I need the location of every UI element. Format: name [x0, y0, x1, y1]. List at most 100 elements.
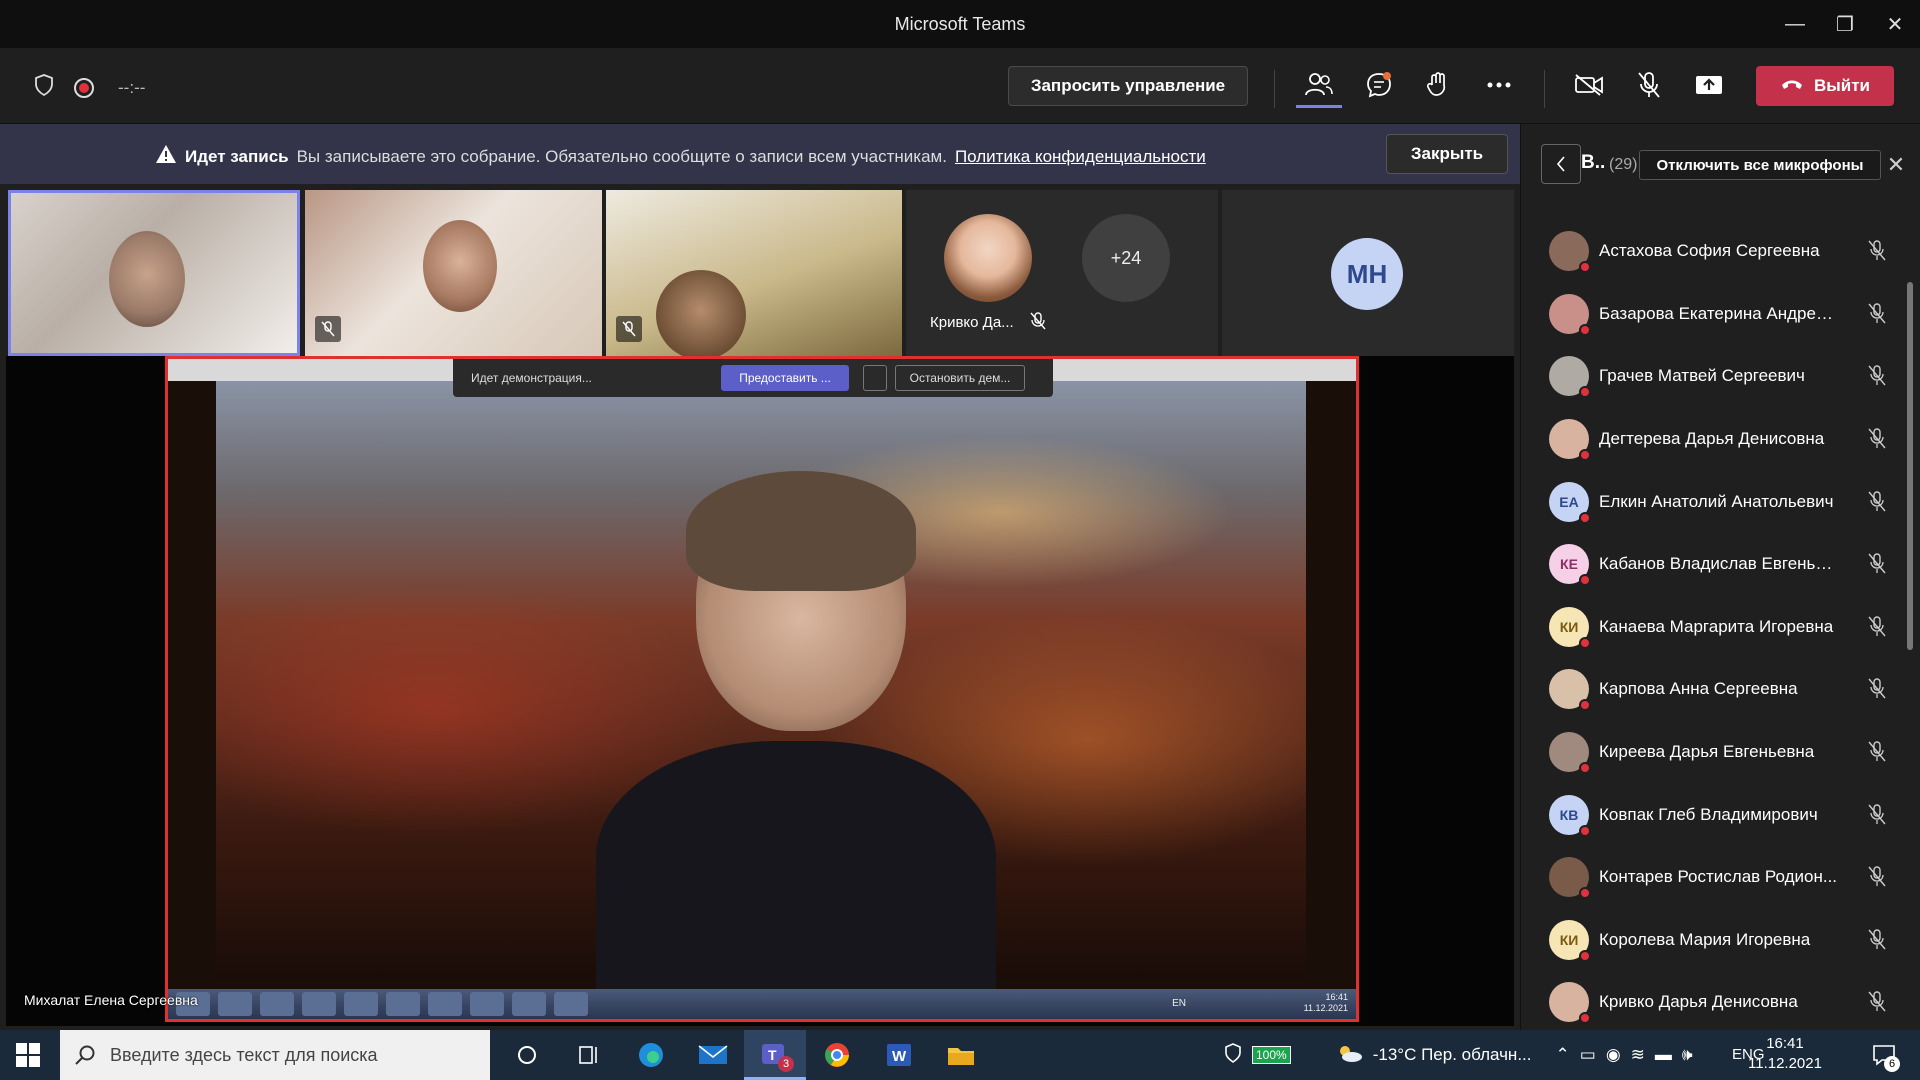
window-controls: — ❐ ✕ — [1770, 0, 1920, 48]
edge-icon[interactable] — [620, 1030, 682, 1080]
recording-title: Идет запись — [185, 146, 289, 166]
chevron-up-icon[interactable]: ⌃ — [1556, 1045, 1570, 1065]
give-control-button[interactable]: Предоставить ... — [721, 365, 849, 391]
mic-off-icon[interactable] — [1626, 62, 1672, 108]
participant-name: Ковпак Глеб Владимирович — [1599, 804, 1818, 824]
request-control-button[interactable]: Запросить управление — [1008, 66, 1248, 106]
defender-icon[interactable] — [1224, 1042, 1242, 1068]
participant-row[interactable]: Грачев Матвей Сергеевич — [1521, 345, 1920, 408]
battery-icon[interactable]: ▬ — [1655, 1045, 1672, 1065]
participant-row[interactable]: КИ Королева Мария Игоревна — [1521, 909, 1920, 972]
video-tile[interactable] — [305, 190, 602, 356]
presence-status-icon — [1579, 261, 1591, 274]
presence-status-icon — [1579, 386, 1591, 399]
presence-status-icon — [1579, 511, 1591, 524]
close-panel-icon[interactable]: ✕ — [1881, 150, 1911, 180]
mic-off-icon — [1865, 928, 1889, 952]
chrome-icon[interactable] — [806, 1030, 868, 1080]
avatar: КИ — [1549, 919, 1591, 962]
participant-row[interactable]: Дегтерева Дарья Денисовна — [1521, 408, 1920, 471]
back-button[interactable] — [1541, 144, 1581, 184]
chat-icon[interactable] — [1356, 62, 1402, 108]
wifi-icon[interactable]: ≋ — [1631, 1045, 1645, 1065]
mic-off-icon — [1030, 312, 1046, 335]
restore-button[interactable]: ❐ — [1820, 0, 1870, 48]
recording-notice: Идет запись Вы записываете это собрание.… — [155, 144, 1206, 169]
task-view-icon[interactable] — [558, 1030, 620, 1080]
mute-all-button[interactable]: Отключить все микрофоны — [1639, 150, 1881, 180]
taskbar-search[interactable]: Введите здесь текст для поиска — [60, 1030, 490, 1080]
recording-text: Вы записываете это собрание. Обязательно… — [296, 146, 947, 166]
windows-start-icon[interactable] — [16, 1043, 40, 1067]
participant-row[interactable]: КВ Ковпак Глеб Владимирович — [1521, 783, 1920, 846]
minimize-button[interactable]: — — [1770, 0, 1820, 48]
battery-indicator[interactable]: 100% — [1252, 1046, 1291, 1064]
shared-app-icon — [218, 992, 252, 1016]
presence-status-icon — [1579, 449, 1591, 462]
raise-hand-icon[interactable] — [1416, 62, 1462, 108]
shared-app-icon — [344, 992, 378, 1016]
sharing-window-icon[interactable] — [863, 365, 887, 391]
participant-row[interactable]: Базарова Екатерина Андрее... — [1521, 283, 1920, 346]
clock-date: 11.12.2021 — [1748, 1055, 1822, 1072]
mic-off-icon — [1865, 552, 1889, 576]
notification-count: 6 — [1884, 1056, 1900, 1072]
screen-share: Идет демонстрация... Предоставить ... Ос… — [6, 356, 1514, 1026]
word-icon[interactable]: W — [868, 1030, 930, 1080]
speaker-icon[interactable]: 🕪 — [1682, 1045, 1693, 1065]
presence-status-icon — [1579, 699, 1591, 712]
participant-row[interactable]: Контарев Ростислав Родион... — [1521, 846, 1920, 909]
cortana-icon[interactable] — [496, 1030, 558, 1080]
file-explorer-icon[interactable] — [930, 1030, 992, 1080]
camera-off-icon[interactable] — [1566, 62, 1612, 108]
windows-taskbar: Введите здесь текст для поиска T 3 W 100… — [0, 1030, 1920, 1080]
mic-off-icon — [1865, 490, 1889, 514]
video-tile[interactable] — [606, 190, 902, 356]
avatar: МН — [1331, 238, 1403, 310]
weather-text[interactable]: -13°C Пер. облачн... — [1373, 1045, 1532, 1065]
participant-row[interactable]: Астахова София Сергеевна — [1521, 220, 1920, 283]
shared-taskbar: EN 16:41 11.12.2021 — [168, 989, 1356, 1019]
participant-name: Контарев Ростислав Родион... — [1599, 867, 1838, 887]
participant-row[interactable]: ЕА Елкин Анатолий Анатольевич — [1521, 470, 1920, 533]
participant-name: Грачев Матвей Сергеевич — [1599, 366, 1805, 386]
volume-muted-icon[interactable]: ◉ — [1606, 1045, 1621, 1065]
more-options-icon[interactable] — [1476, 62, 1522, 108]
meet-now-icon[interactable]: ▭ — [1580, 1045, 1596, 1065]
meeting-toolbar: --:-- Запросить управление Выйти — [0, 48, 1920, 124]
shared-app-icon — [260, 992, 294, 1016]
teams-icon[interactable]: T 3 — [744, 1030, 806, 1080]
participant-row[interactable]: Карпова Анна Сергеевна — [1521, 658, 1920, 721]
close-banner-button[interactable]: Закрыть — [1386, 134, 1508, 174]
participant-row[interactable]: КИ Канаева Маргарита Игоревна — [1521, 596, 1920, 659]
participant-name: Канаева Маргарита Игоревна — [1599, 616, 1834, 636]
participant-overflow-tile[interactable]: Кривко Да... +24 — [906, 190, 1218, 356]
participant-row[interactable]: Киреева Дарья Евгеньевна — [1521, 721, 1920, 784]
presence-status-icon — [1579, 949, 1591, 962]
close-window-button[interactable]: ✕ — [1870, 0, 1920, 48]
stop-sharing-button[interactable]: Остановить дем... — [895, 365, 1025, 391]
more-participants-button[interactable]: +24 — [1082, 214, 1170, 302]
participants-icon[interactable] — [1296, 62, 1342, 108]
avatar: ЕА — [1549, 481, 1591, 524]
video-tile[interactable]: МН — [1222, 190, 1514, 356]
avatar — [944, 214, 1032, 302]
video-tile[interactable] — [8, 190, 300, 356]
weather-icon[interactable] — [1335, 1043, 1363, 1068]
notifications-icon[interactable]: 6 — [1868, 1040, 1900, 1072]
avatar — [1549, 231, 1591, 274]
participant-row[interactable]: Кривко Дарья Денисовна — [1521, 971, 1920, 1034]
panel-scrollbar[interactable] — [1907, 282, 1913, 650]
warning-icon — [155, 144, 177, 169]
taskbar-apps: T 3 W — [496, 1030, 992, 1080]
leave-button[interactable]: Выйти — [1756, 66, 1894, 106]
privacy-policy-link[interactable]: Политика конфиденциальности — [955, 147, 1206, 167]
participant-row[interactable]: КЕ Кабанов Владислав Евгенье... — [1521, 533, 1920, 596]
toolbar-divider — [1544, 70, 1545, 108]
taskbar-clock[interactable]: 16:41 11.12.2021 — [1748, 1034, 1822, 1074]
mail-icon[interactable] — [682, 1030, 744, 1080]
share-screen-icon[interactable] — [1686, 62, 1732, 108]
mic-off-icon — [1865, 427, 1889, 451]
presence-status-icon — [1579, 323, 1591, 336]
teams-badge: 3 — [778, 1056, 794, 1072]
